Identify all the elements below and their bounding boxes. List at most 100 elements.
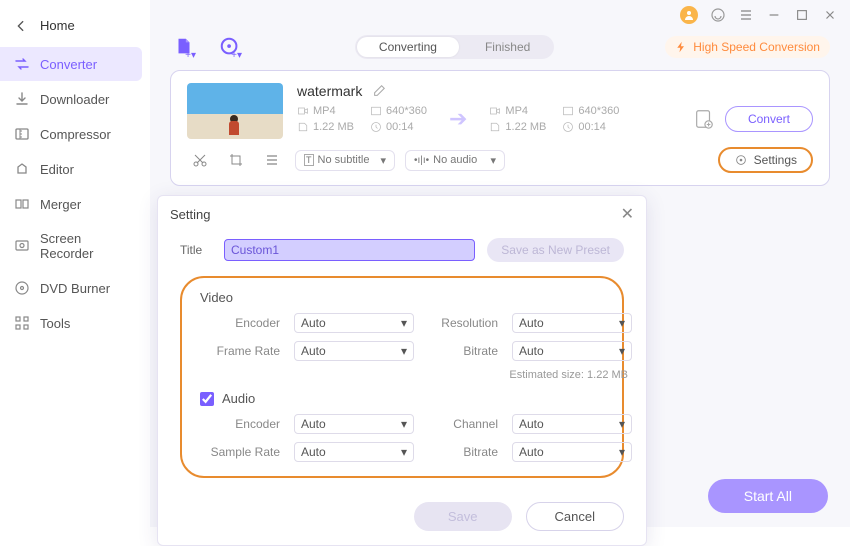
size-icon (297, 121, 309, 133)
chevron-down-icon: ▾ (490, 154, 496, 167)
src-resolution: 640*360 (386, 105, 427, 117)
chevron-down-icon: ▾ (619, 344, 625, 358)
sidebar: Home Converter Downloader Compressor Edi… (0, 0, 150, 527)
chevron-down-icon: ▾ (380, 154, 386, 167)
video-icon (297, 105, 309, 117)
sidebar-item-label: Editor (40, 162, 74, 177)
edit-icon[interactable] (372, 84, 386, 98)
sidebar-item-tools[interactable]: Tools (0, 306, 142, 340)
audio-channel-select[interactable]: Auto▾ (512, 414, 632, 434)
src-format: MP4 (313, 105, 336, 117)
estimated-size: Estimated size: 1.22 MB (428, 369, 632, 381)
av-settings-ring: Video Encoder Auto▾ Resolution Auto▾ Fra… (180, 276, 624, 478)
sidebar-item-label: DVD Burner (40, 281, 110, 296)
tab-finished[interactable]: Finished (461, 35, 554, 59)
chevron-down-icon: ▾ (401, 445, 407, 459)
sidebar-item-merger[interactable]: Merger (0, 187, 142, 221)
converter-icon (14, 56, 30, 72)
settings-label: Settings (754, 153, 797, 167)
title-input[interactable] (224, 239, 475, 261)
audio-dropdown[interactable]: •ı|ı•No audio▾ (405, 150, 505, 171)
subtitle-value: No subtitle (318, 154, 370, 166)
support-icon[interactable] (710, 7, 726, 23)
sidebar-item-label: Merger (40, 197, 81, 212)
src-size: 1.22 MB (313, 121, 354, 133)
crop-icon[interactable] (223, 149, 249, 171)
high-speed-toggle[interactable]: High Speed Conversion (665, 36, 830, 58)
tab-converting[interactable]: Converting (357, 37, 459, 57)
add-file-button[interactable]: +▾ (170, 34, 198, 60)
hsc-label: High Speed Conversion (693, 40, 820, 54)
compressor-icon (14, 126, 30, 142)
sidebar-item-label: Tools (40, 316, 70, 331)
dst-size: 1.22 MB (505, 121, 546, 133)
framerate-label: Frame Rate (200, 344, 280, 358)
start-all-button[interactable]: Start All (708, 479, 828, 513)
disc-icon (14, 280, 30, 296)
add-disc-button[interactable]: +▾ (216, 34, 244, 60)
maximize-icon[interactable] (794, 7, 810, 23)
recorder-icon (14, 238, 30, 254)
sidebar-item-compressor[interactable]: Compressor (0, 117, 142, 151)
thumbnail[interactable] (187, 83, 283, 139)
audio-value: No audio (433, 154, 477, 166)
chevron-down-icon: ▾ (619, 445, 625, 459)
tools-icon (14, 315, 30, 331)
more-icon[interactable] (259, 149, 285, 171)
bitrate-label: Bitrate (428, 344, 498, 358)
avatar[interactable] (680, 6, 698, 24)
sidebar-item-screen-recorder[interactable]: Screen Recorder (0, 222, 142, 270)
merger-icon (14, 196, 30, 212)
home-label: Home (40, 18, 75, 33)
lightning-icon (675, 41, 687, 53)
audio-bitrate-label: Bitrate (428, 445, 498, 459)
modal-close-icon[interactable]: ✕ (621, 204, 634, 224)
sidebar-item-downloader[interactable]: Downloader (0, 82, 142, 116)
clock-icon (370, 121, 382, 133)
audio-samplerate-select[interactable]: Auto▾ (294, 442, 414, 462)
sidebar-item-converter[interactable]: Converter (0, 47, 142, 81)
channel-label: Channel (428, 417, 498, 431)
subtitle-dropdown[interactable]: TNo subtitle▾ (295, 150, 395, 171)
audio-checkbox[interactable] (200, 392, 214, 406)
toolbar: +▾ +▾ Converting Finished High Speed Con… (150, 30, 850, 70)
settings-button[interactable]: Settings (718, 147, 813, 173)
titlebar (150, 0, 850, 30)
menu-icon[interactable] (738, 7, 754, 23)
editor-icon (14, 161, 30, 177)
chevron-down-icon: ▾ (619, 417, 625, 431)
chevron-down-icon: ▾ (619, 316, 625, 330)
save-preset-button[interactable]: Save as New Preset (487, 238, 624, 262)
home-link[interactable]: Home (0, 10, 150, 41)
audio-bitrate-select[interactable]: Auto▾ (512, 442, 632, 462)
chevron-down-icon: ▾ (401, 316, 407, 330)
close-icon[interactable] (822, 7, 838, 23)
src-duration: 00:14 (386, 121, 414, 133)
video-framerate-select[interactable]: Auto▾ (294, 341, 414, 361)
dst-format: MP4 (505, 105, 528, 117)
sidebar-item-label: Screen Recorder (40, 231, 128, 261)
encoder-label: Encoder (200, 316, 280, 330)
size-icon (489, 121, 501, 133)
audio-section-heading: Audio (222, 391, 255, 406)
modal-title: Setting (170, 207, 210, 222)
video-encoder-select[interactable]: Auto▾ (294, 313, 414, 333)
tab-segment: Converting Finished (355, 35, 554, 59)
gear-icon (734, 153, 748, 167)
chevron-down-icon: ▾ (401, 417, 407, 431)
convert-button[interactable]: Convert (725, 106, 813, 132)
sidebar-item-label: Converter (40, 57, 97, 72)
sidebar-item-label: Compressor (40, 127, 111, 142)
title-label: Title (180, 243, 212, 257)
file-title: watermark (297, 83, 362, 99)
file-card: watermark MP4 640*360 1.22 MB 00:14 ➔ MP… (170, 70, 830, 186)
sidebar-item-dvd-burner[interactable]: DVD Burner (0, 271, 142, 305)
sidebar-item-label: Downloader (40, 92, 109, 107)
minimize-icon[interactable] (766, 7, 782, 23)
video-bitrate-select[interactable]: Auto▾ (512, 341, 632, 361)
sidebar-item-editor[interactable]: Editor (0, 152, 142, 186)
cut-icon[interactable] (187, 149, 213, 171)
preset-icon[interactable] (693, 108, 715, 130)
audio-encoder-select[interactable]: Auto▾ (294, 414, 414, 434)
video-resolution-select[interactable]: Auto▾ (512, 313, 632, 333)
